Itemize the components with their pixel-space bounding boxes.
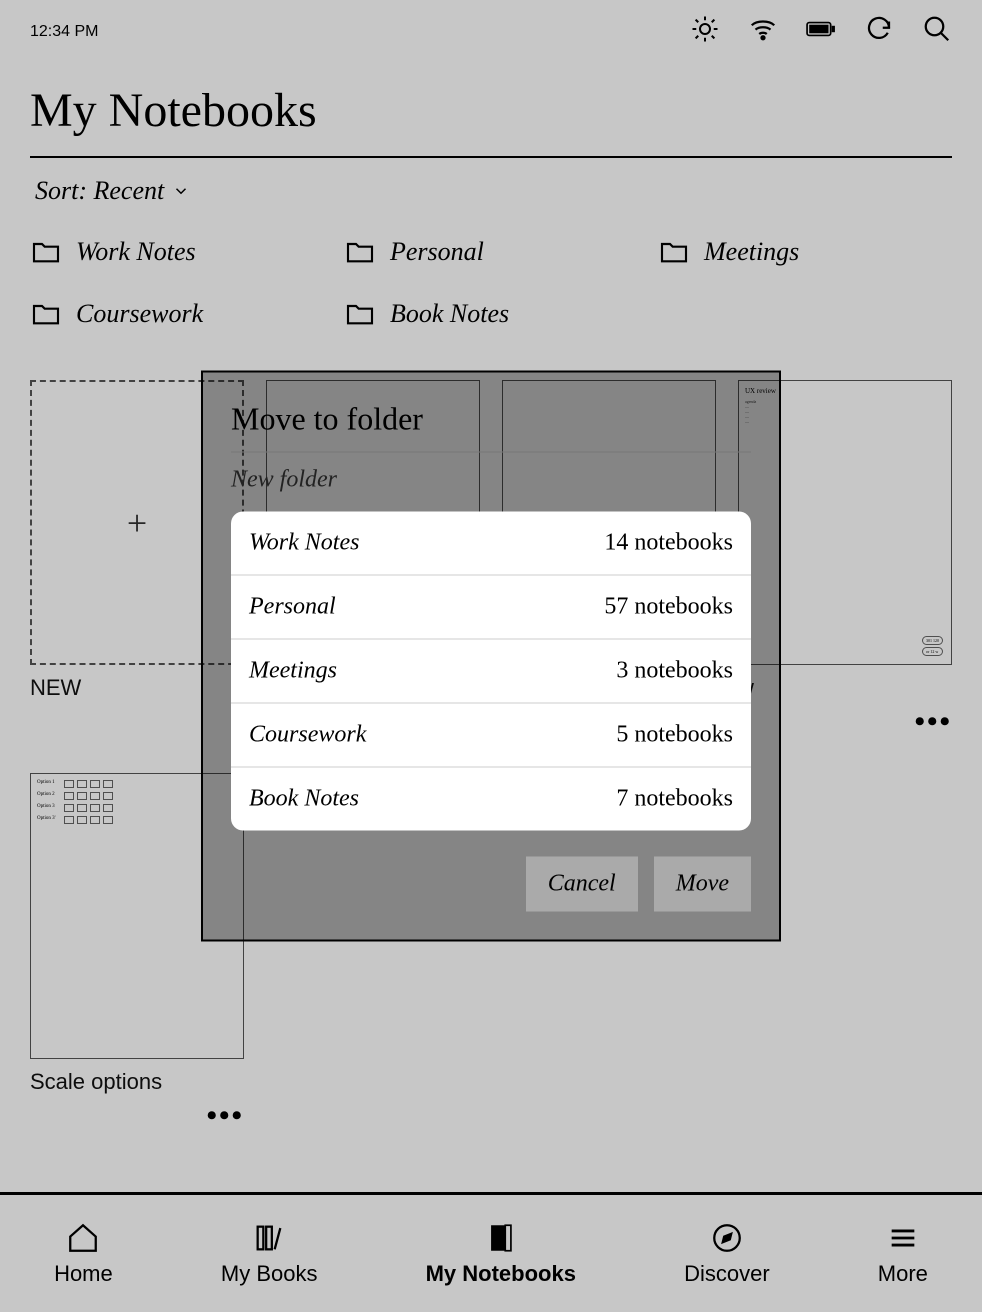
folder-name: Meetings bbox=[249, 658, 337, 685]
dialog-folder-row[interactable]: Personal 57 notebooks bbox=[231, 576, 751, 640]
dialog-actions: Cancel Move bbox=[231, 857, 751, 912]
folder-name: Personal bbox=[249, 594, 336, 621]
folder-count: 5 notebooks bbox=[616, 722, 733, 749]
dialog-folder-list: Work Notes 14 notebooks Personal 57 note… bbox=[231, 512, 751, 831]
folder-count: 14 notebooks bbox=[604, 530, 733, 557]
folder-count: 57 notebooks bbox=[604, 594, 733, 621]
folder-count: 7 notebooks bbox=[616, 786, 733, 813]
dialog-divider bbox=[231, 452, 751, 453]
new-folder-button[interactable]: New folder bbox=[231, 467, 751, 494]
dialog-folder-row[interactable]: Coursework 5 notebooks bbox=[231, 704, 751, 768]
dialog-folder-row[interactable]: Work Notes 14 notebooks bbox=[231, 512, 751, 576]
folder-name: Work Notes bbox=[249, 530, 359, 557]
folder-name: Book Notes bbox=[249, 786, 359, 813]
folder-name: Coursework bbox=[249, 722, 366, 749]
dialog-title: Move to folder bbox=[231, 401, 751, 438]
move-button[interactable]: Move bbox=[654, 857, 751, 912]
folder-count: 3 notebooks bbox=[616, 658, 733, 685]
dialog-folder-row[interactable]: Book Notes 7 notebooks bbox=[231, 768, 751, 831]
cancel-button[interactable]: Cancel bbox=[526, 857, 638, 912]
dialog-folder-row[interactable]: Meetings 3 notebooks bbox=[231, 640, 751, 704]
move-to-folder-dialog: Move to folder New folder Work Notes 14 … bbox=[201, 371, 781, 942]
